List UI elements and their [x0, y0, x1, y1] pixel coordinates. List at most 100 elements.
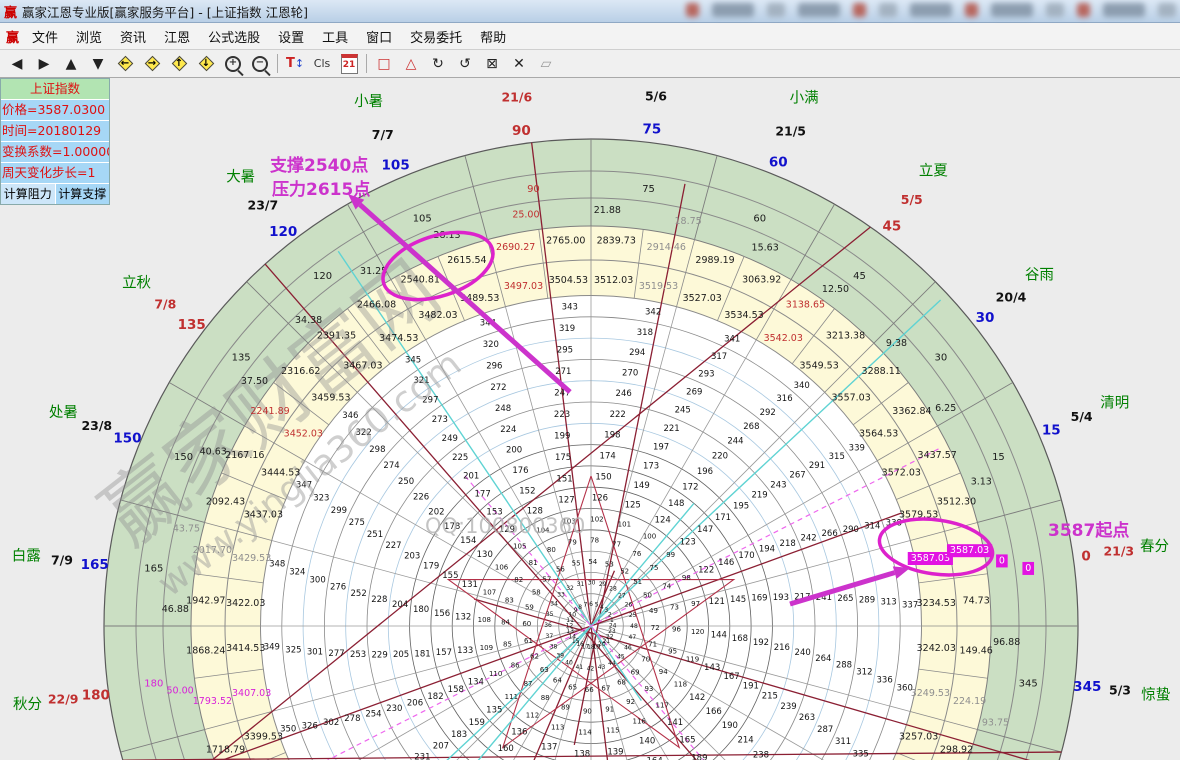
svg-text:49: 49 [649, 607, 658, 615]
pan-left-button[interactable]: ← [112, 52, 138, 75]
svg-text:75: 75 [642, 184, 655, 195]
blur-blob [1103, 3, 1145, 17]
svg-text:120: 120 [313, 271, 332, 282]
svg-text:76: 76 [632, 550, 641, 558]
svg-text:278: 278 [344, 714, 360, 724]
svg-text:5: 5 [595, 602, 599, 609]
cls-button[interactable]: Cls [309, 52, 335, 75]
svg-text:340: 340 [794, 381, 810, 391]
svg-text:3527.03: 3527.03 [683, 293, 722, 304]
svg-text:318: 318 [637, 328, 653, 338]
svg-text:313: 313 [880, 598, 896, 608]
svg-text:268: 268 [743, 422, 759, 432]
start-point-annotation: 3587起点 [1048, 520, 1129, 541]
calc-resistance-button[interactable]: 计算阻力 [1, 184, 56, 204]
svg-text:15.63: 15.63 [752, 243, 779, 254]
svg-text:3.13: 3.13 [971, 477, 992, 488]
svg-text:71: 71 [648, 640, 657, 648]
svg-text:3437.57: 3437.57 [918, 450, 957, 461]
svg-text:3519.53: 3519.53 [639, 281, 678, 292]
svg-text:42: 42 [587, 665, 595, 672]
scale-tool-button[interactable]: ✕ [506, 52, 532, 75]
degree-label-45: 45 [883, 219, 902, 235]
rotate-cw-button[interactable]: ↻ [425, 52, 451, 75]
svg-text:273: 273 [432, 415, 448, 425]
svg-text:37.50: 37.50 [241, 376, 268, 387]
svg-text:220: 220 [712, 452, 728, 462]
svg-text:189: 189 [691, 753, 707, 760]
svg-text:99: 99 [666, 551, 675, 559]
rotate-ccw-button[interactable]: ↺ [452, 52, 478, 75]
svg-text:21.88: 21.88 [594, 205, 621, 216]
svg-text:28: 28 [609, 586, 617, 593]
svg-text:110: 110 [489, 670, 502, 678]
svg-text:2: 2 [608, 612, 612, 619]
pan-up-button[interactable]: ↑ [166, 52, 192, 75]
blur-blob [991, 3, 1033, 17]
svg-text:30: 30 [935, 353, 948, 364]
svg-text:75: 75 [650, 564, 659, 572]
solar-term-label: 立秋 [122, 275, 151, 292]
svg-text:140: 140 [639, 737, 655, 747]
svg-text:52: 52 [620, 567, 629, 575]
svg-text:170: 170 [738, 551, 754, 561]
svg-text:3437.03: 3437.03 [244, 509, 283, 520]
menu-item-8[interactable]: 交易委托 [401, 27, 471, 46]
svg-text:25: 25 [629, 612, 637, 619]
svg-text:317: 317 [711, 352, 727, 362]
svg-text:227: 227 [385, 541, 401, 551]
close-box-button[interactable]: ⊠ [479, 52, 505, 75]
svg-text:3242.03: 3242.03 [917, 643, 956, 654]
menu-item-1[interactable]: 浏览 [67, 27, 111, 46]
calendar-button[interactable]: 21 [336, 52, 362, 75]
svg-text:6.25: 6.25 [935, 403, 956, 414]
nav-left-button[interactable]: ◀ [4, 52, 30, 75]
svg-text:124: 124 [655, 515, 671, 525]
solar-term-label: 处暑 [49, 404, 78, 421]
zoom-out-button[interactable]: − [247, 52, 273, 75]
draw-square-button[interactable]: □ [371, 52, 397, 75]
svg-text:324: 324 [289, 568, 305, 578]
menu-item-3[interactable]: 江恩 [155, 27, 199, 46]
menu-item-5[interactable]: 设置 [269, 27, 313, 46]
svg-text:173: 173 [643, 462, 659, 472]
svg-text:18.75: 18.75 [675, 216, 702, 227]
menu-item-0[interactable]: 文件 [23, 27, 67, 46]
time-axis-button[interactable]: T↕ [282, 52, 308, 75]
nav-right-button[interactable]: ▶ [31, 52, 57, 75]
svg-text:263: 263 [799, 713, 815, 723]
svg-text:101: 101 [618, 520, 631, 528]
svg-text:229: 229 [372, 650, 388, 660]
svg-text:3213.38: 3213.38 [826, 330, 865, 341]
svg-text:199: 199 [554, 432, 570, 442]
svg-text:143: 143 [704, 663, 720, 673]
svg-text:41: 41 [575, 664, 583, 671]
nav-down-button[interactable]: ▼ [85, 52, 111, 75]
svg-text:131: 131 [462, 580, 478, 590]
draw-triangle-button[interactable]: △ [398, 52, 424, 75]
svg-text:190: 190 [722, 721, 738, 731]
solar-term-label: 惊蛰 [1141, 686, 1170, 703]
svg-text:192: 192 [753, 638, 769, 648]
svg-text:240: 240 [795, 648, 811, 658]
menu-item-2[interactable]: 资讯 [111, 27, 155, 46]
svg-text:148: 148 [668, 499, 684, 509]
svg-text:3362.84: 3362.84 [892, 406, 931, 417]
svg-text:91: 91 [605, 705, 614, 713]
pan-down-button[interactable]: ↓ [193, 52, 219, 75]
eraser-button[interactable]: ▱ [533, 52, 559, 75]
svg-text:96.88: 96.88 [993, 637, 1020, 648]
svg-text:200: 200 [506, 446, 522, 456]
zoom-in-button[interactable]: + [220, 52, 246, 75]
degree-label-75: 75 [643, 122, 662, 138]
support-annotation: 支撑2540点 [270, 155, 368, 176]
menu-item-9[interactable]: 帮助 [471, 27, 515, 46]
menu-item-7[interactable]: 窗口 [357, 27, 401, 46]
menu-item-6[interactable]: 工具 [313, 27, 357, 46]
calc-support-button[interactable]: 计算支撑 [56, 184, 110, 204]
svg-text:38: 38 [550, 643, 558, 650]
nav-up-button[interactable]: ▲ [58, 52, 84, 75]
svg-text:24: 24 [609, 623, 617, 630]
pan-right-button[interactable]: → [139, 52, 165, 75]
menu-item-4[interactable]: 公式选股 [199, 27, 269, 46]
